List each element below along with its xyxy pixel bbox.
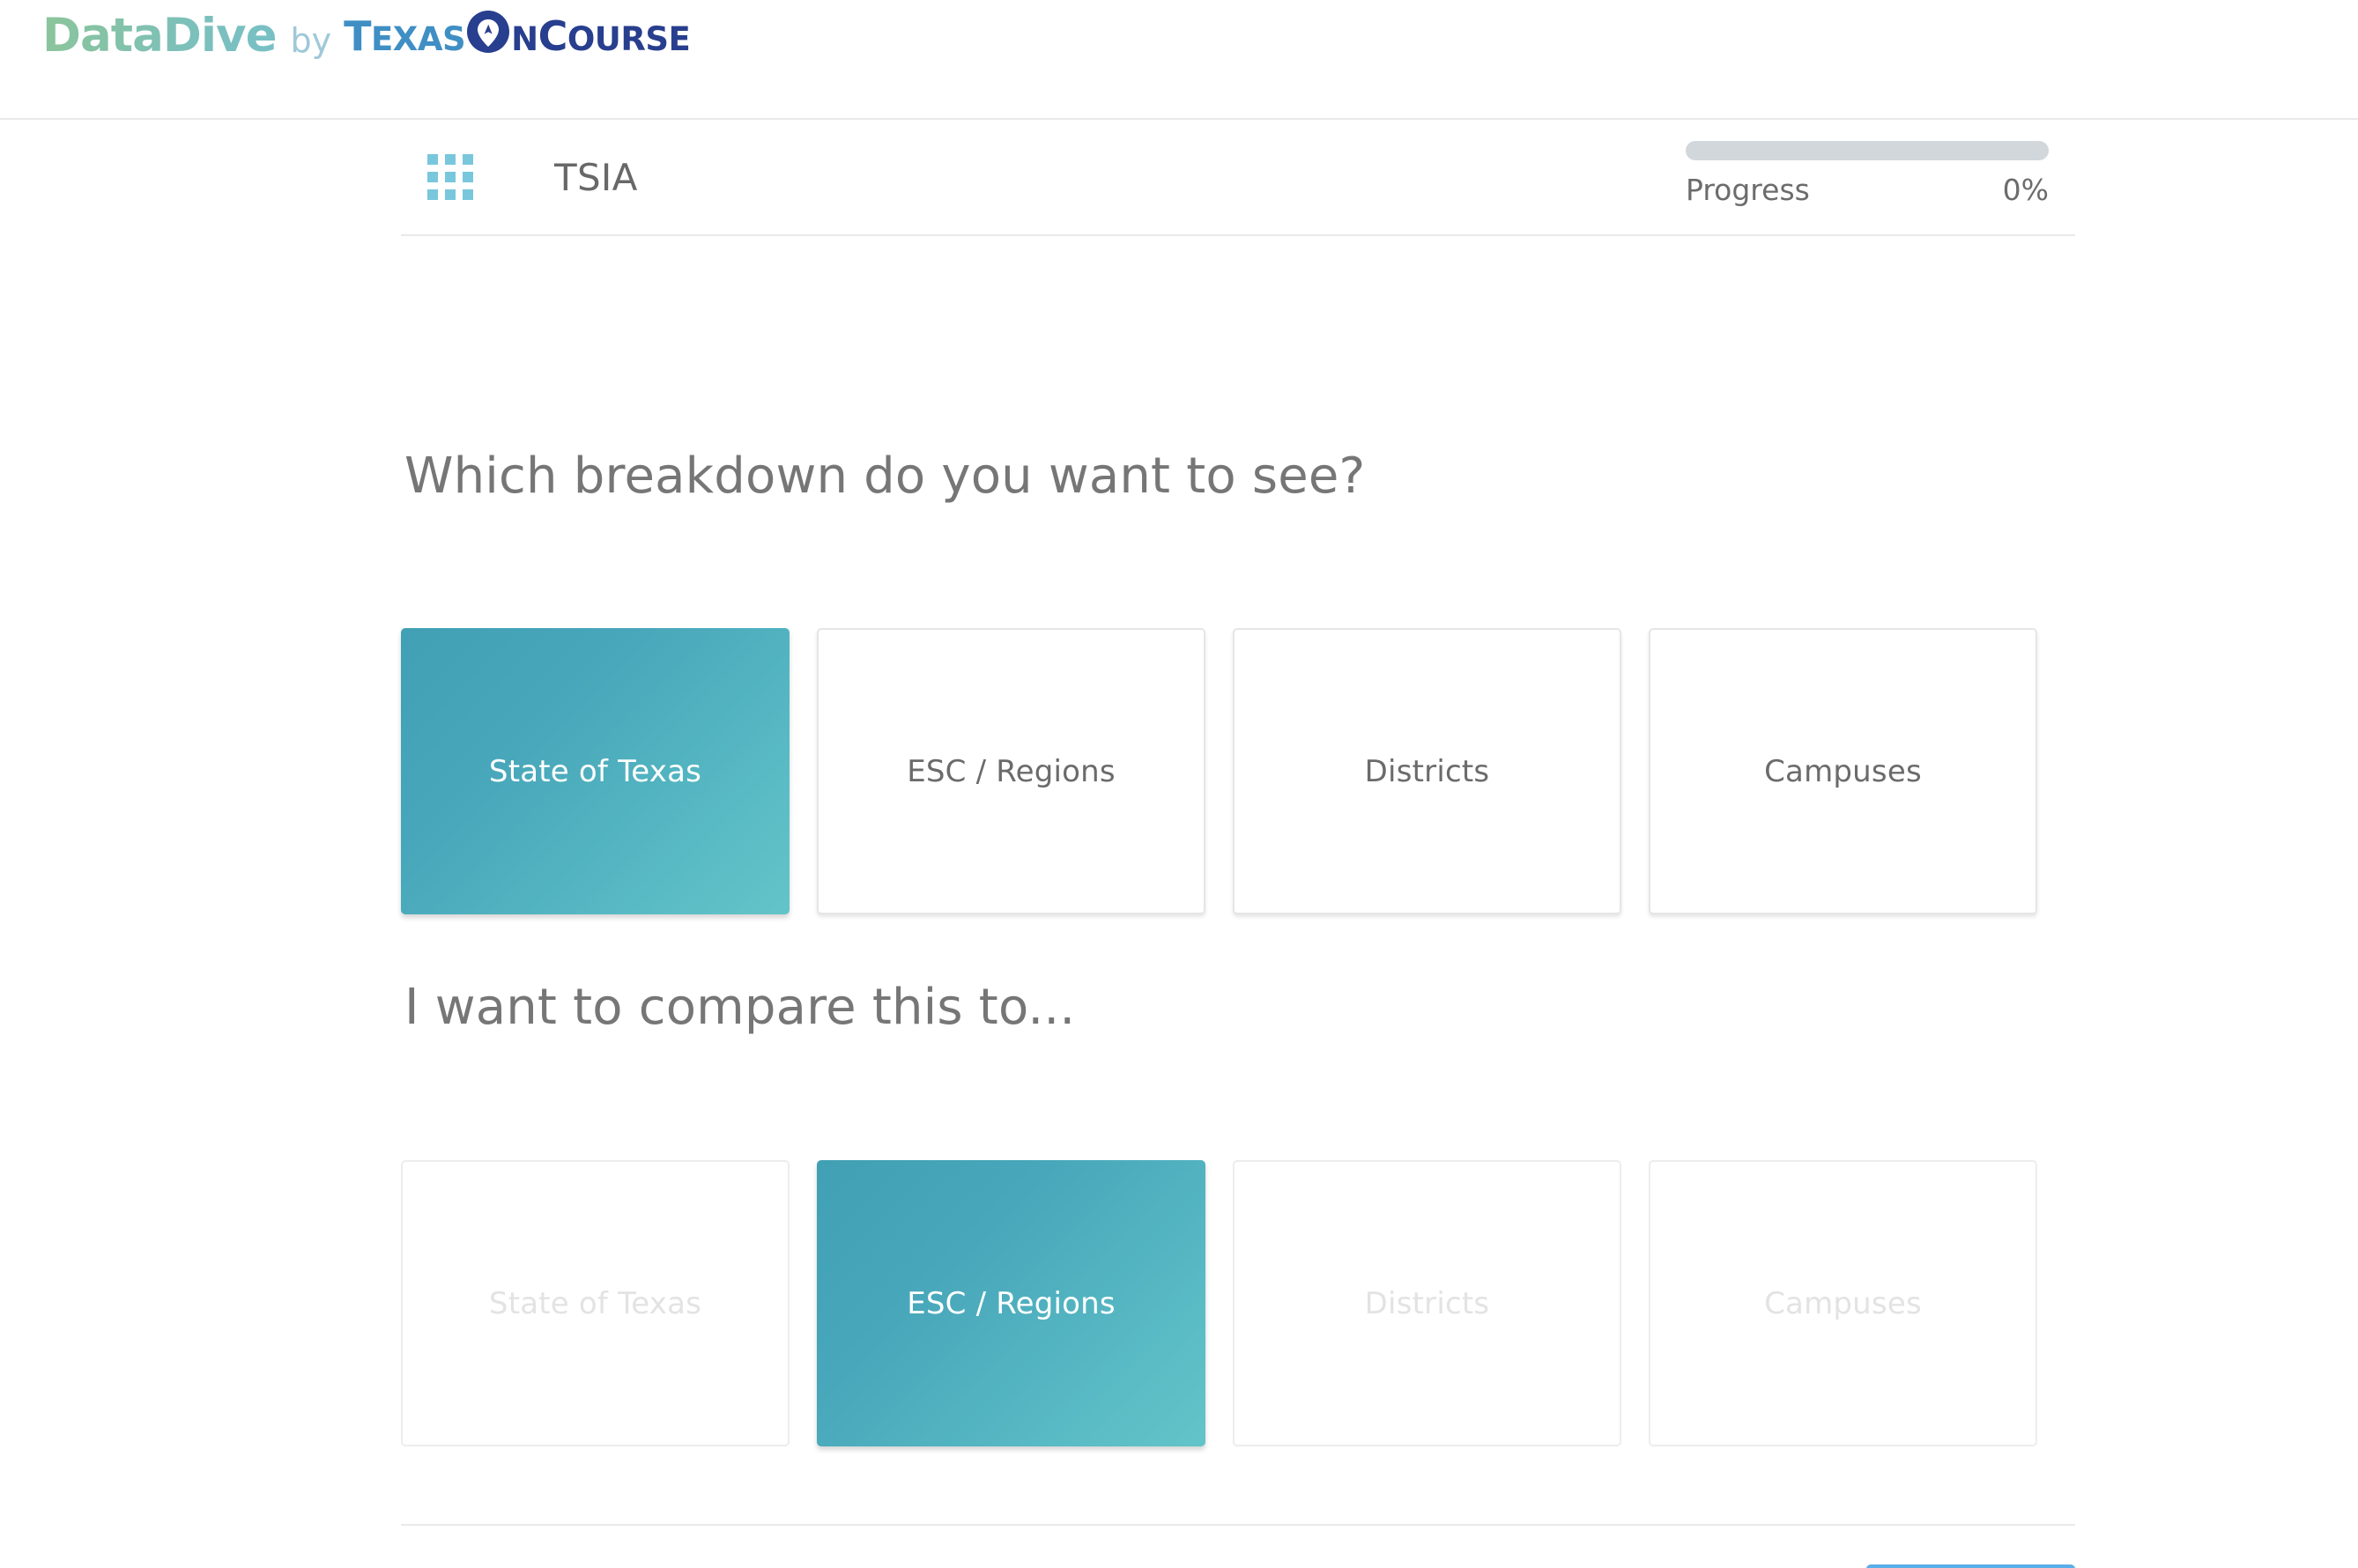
breakdown-options-row: State of Texas ESC / Regions Districts C… <box>401 628 2037 914</box>
breakdown-option-districts[interactable]: Districts <box>1233 628 1621 914</box>
footer-divider <box>401 1524 2075 1526</box>
breakdown-option-esc-regions[interactable]: ESC / Regions <box>817 628 1205 914</box>
option-label: Campuses <box>1764 753 1922 789</box>
progress-section: Progress 0% <box>1686 141 2049 207</box>
option-label: Districts <box>1364 1285 1490 1321</box>
logo-oncourse-text: NCOURSE <box>511 11 691 60</box>
grid-3x3-icon <box>427 154 473 200</box>
option-label: ESC / Regions <box>907 753 1116 789</box>
compare-options-row: State of Texas ESC / Regions Districts C… <box>401 1160 2037 1446</box>
wizard-panel: TSIA Progress 0% Which breakdown do you … <box>401 120 2075 1568</box>
option-label: Campuses <box>1764 1285 1922 1321</box>
compare-option-campuses: Campuses <box>1649 1160 2037 1446</box>
logo-by-text: by <box>290 20 332 60</box>
progress-row: Progress 0% <box>1686 173 2049 207</box>
compare-option-state-of-texas: State of Texas <box>401 1160 790 1446</box>
compare-option-districts: Districts <box>1233 1160 1621 1446</box>
option-label: ESC / Regions <box>907 1285 1116 1321</box>
option-label: State of Texas <box>488 1285 702 1321</box>
compare-question-heading: I want to compare this to... <box>404 979 1076 1036</box>
breakdown-question-heading: Which breakdown do you want to see? <box>404 447 1366 505</box>
breakdown-option-state-of-texas[interactable]: State of Texas <box>401 628 790 914</box>
page-title: TSIA <box>554 155 638 199</box>
breakdown-option-campuses[interactable]: Campuses <box>1649 628 2037 914</box>
panel-header: TSIA Progress 0% <box>401 120 2075 236</box>
progress-value: 0% <box>2002 173 2049 207</box>
compare-option-esc-regions[interactable]: ESC / Regions <box>817 1160 1205 1446</box>
brand-header: DataDive by TEXAS NCOURSE <box>0 0 2358 120</box>
progress-label: Progress <box>1686 173 1810 207</box>
logo[interactable]: DataDive by TEXAS NCOURSE <box>42 9 691 63</box>
map-pin-compass-icon <box>466 10 510 57</box>
option-label: State of Texas <box>488 753 702 789</box>
panel-header-left: TSIA <box>401 154 638 200</box>
logo-texas-text: TEXAS <box>344 11 466 60</box>
continue-button[interactable]: Continue <box>1866 1564 2075 1568</box>
page-body: TSIA Progress 0% Which breakdown do you … <box>0 120 2358 1568</box>
option-label: Districts <box>1364 753 1490 789</box>
progress-bar <box>1686 141 2049 160</box>
logo-datadive-text: DataDive <box>42 9 278 63</box>
